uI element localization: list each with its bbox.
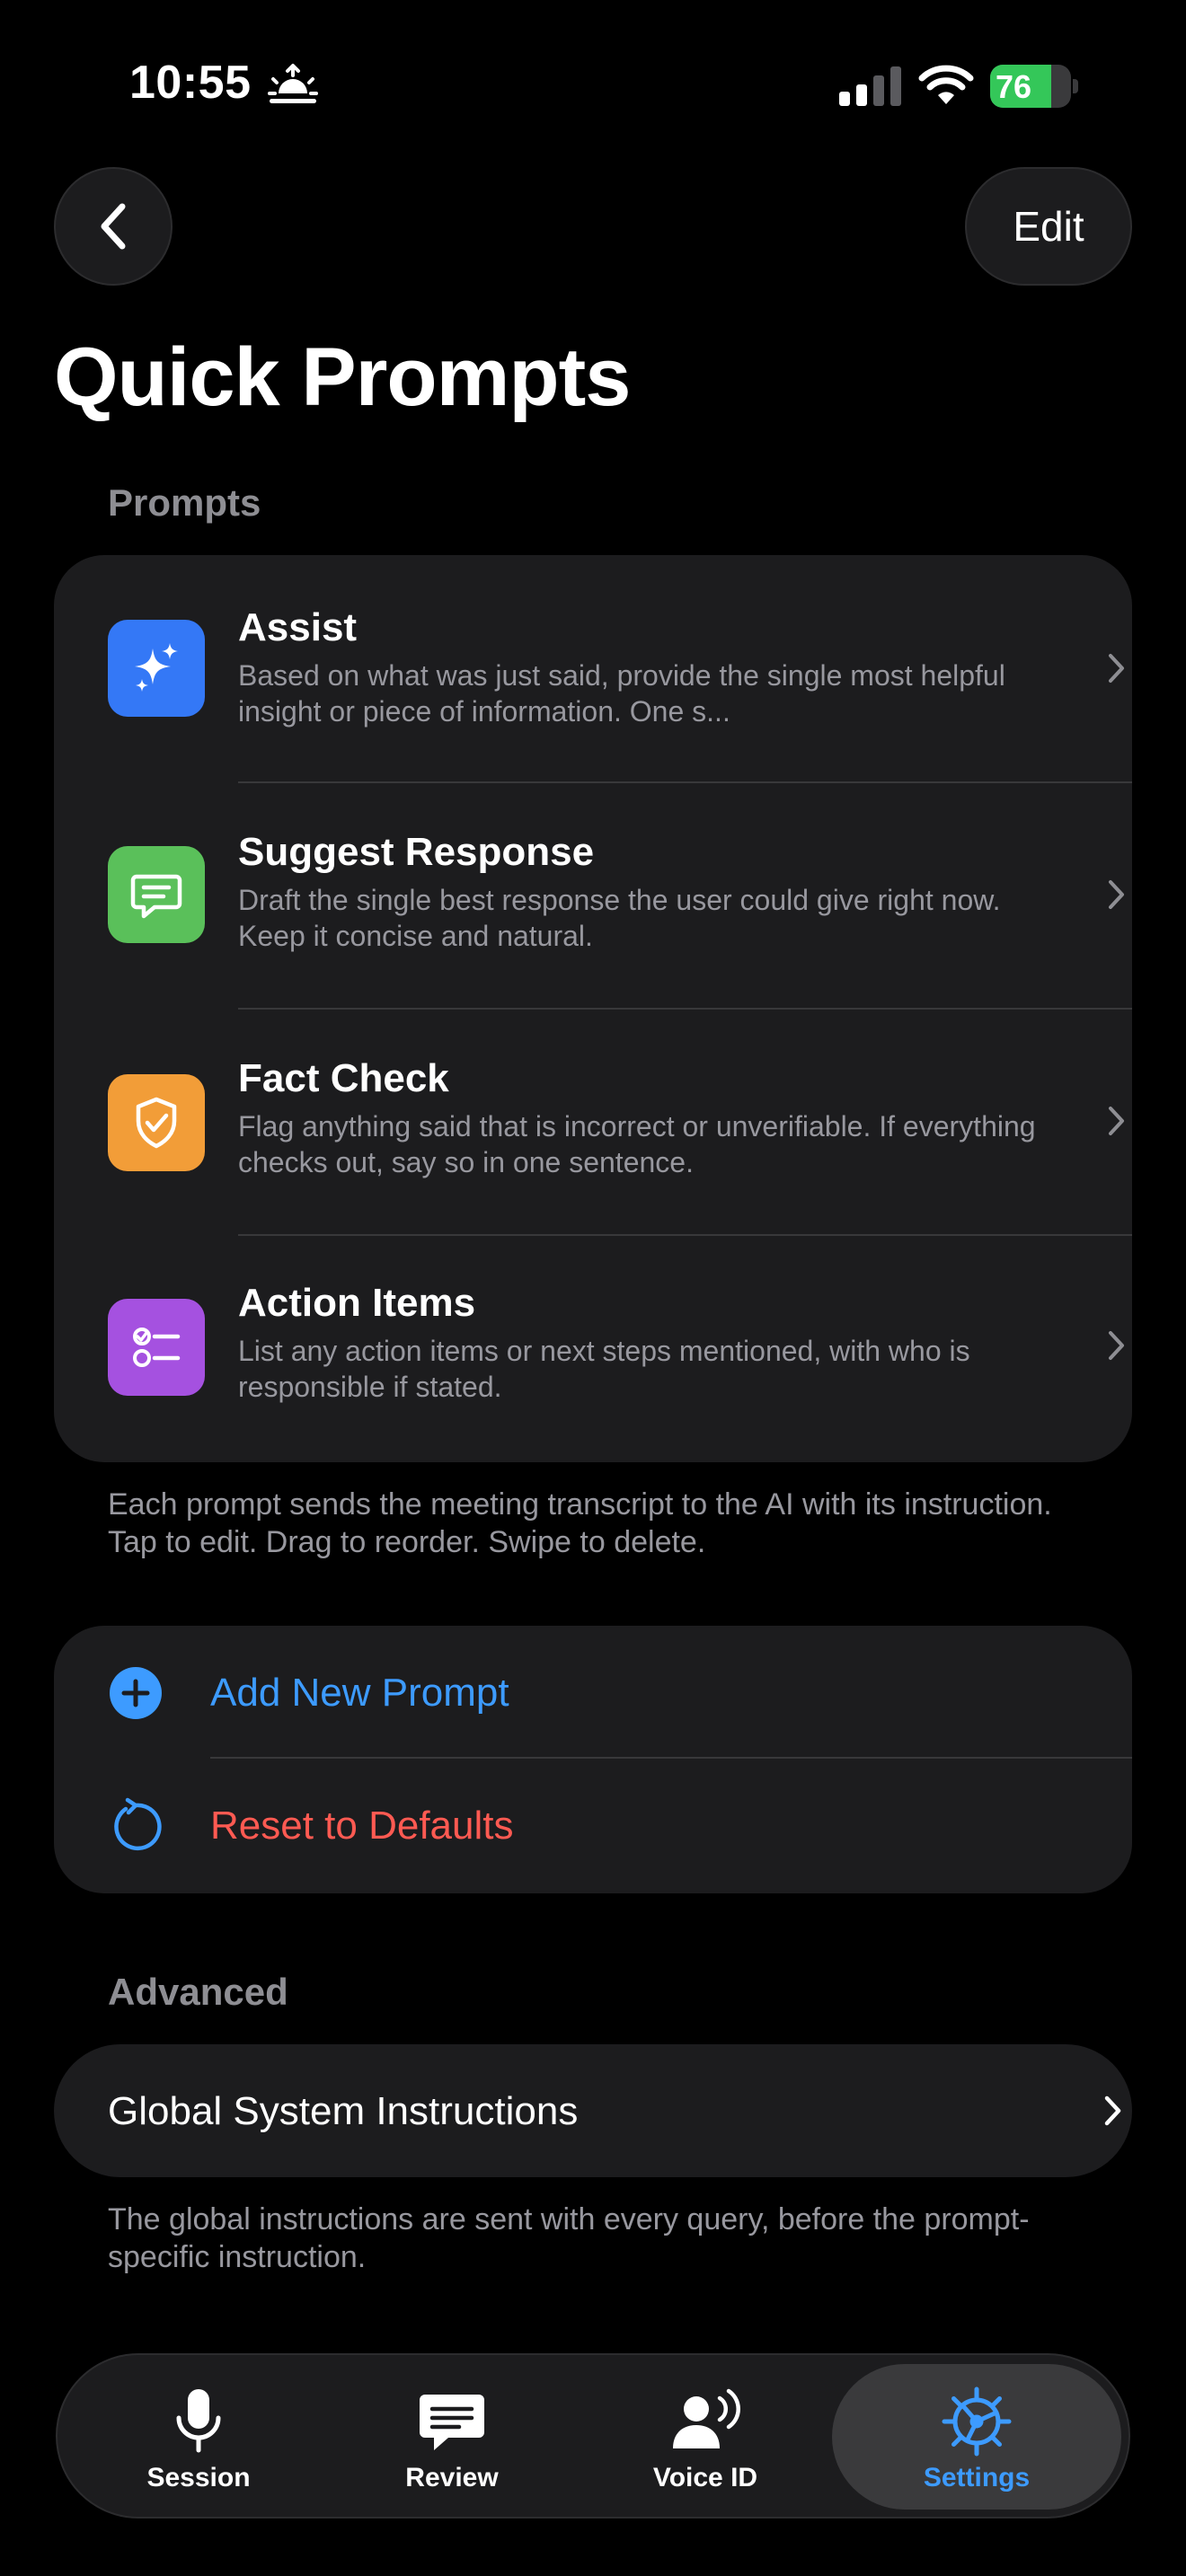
prompt-row-action-items[interactable]: Action Items List any action items or ne… xyxy=(54,1236,1132,1462)
tab-label: Session xyxy=(146,2463,251,2492)
checklist-icon xyxy=(108,1299,205,1396)
prompt-row-suggest-response[interactable]: Suggest Response Draft the single best r… xyxy=(54,783,1132,1010)
tab-settings[interactable]: Settings xyxy=(832,2364,1121,2510)
chevron-right-icon xyxy=(1109,1331,1124,1360)
prompt-description: Draft the single best response the user … xyxy=(238,884,1001,952)
reset-to-defaults-label: Reset to Defaults xyxy=(210,1804,514,1848)
chevron-right-icon xyxy=(1109,1107,1124,1135)
plus-circle-icon xyxy=(110,1667,162,1719)
prompt-row-fact-check[interactable]: Fact Check Flag anything said that is in… xyxy=(54,1010,1132,1236)
global-system-instructions-row[interactable]: Global System Instructions xyxy=(54,2044,1132,2177)
battery-percent: 76 xyxy=(996,68,1032,105)
section-header-advanced: Advanced xyxy=(108,1971,288,2013)
chevron-right-icon xyxy=(1109,654,1124,683)
shield-check-icon xyxy=(108,1074,205,1171)
tab-label: Settings xyxy=(923,2463,1031,2492)
prompt-title: Suggest Response xyxy=(238,830,595,874)
message-icon xyxy=(420,2395,484,2450)
reset-arrow-icon xyxy=(114,1797,162,1851)
tab-bar: Session Review Voice ID Settings xyxy=(56,2353,1130,2519)
prompts-list: Assist Based on what was just said, prov… xyxy=(54,555,1132,1462)
reset-to-defaults-button[interactable]: Reset to Defaults xyxy=(54,1759,1132,1893)
tab-label: Voice ID xyxy=(652,2463,758,2492)
person-voice-icon xyxy=(673,2388,740,2448)
tab-review[interactable]: Review xyxy=(323,2355,580,2517)
global-system-instructions-label: Global System Instructions xyxy=(108,2089,579,2133)
prompt-title: Action Items xyxy=(238,1281,476,1325)
back-button[interactable] xyxy=(54,167,173,286)
quick-prompts-screen: 10:55 76 Edit Quick Prompts Prompts Assi… xyxy=(0,0,1186,2576)
chevron-right-icon xyxy=(1109,880,1124,909)
prompt-title: Fact Check xyxy=(238,1056,449,1100)
gear-icon xyxy=(942,2386,1012,2457)
sunrise-icon xyxy=(268,64,318,103)
add-new-prompt-button[interactable]: Add New Prompt xyxy=(54,1626,1132,1759)
tab-session[interactable]: Session xyxy=(70,2355,327,2517)
sparkles-icon xyxy=(108,620,205,717)
prompt-row-assist[interactable]: Assist Based on what was just said, prov… xyxy=(54,555,1132,782)
chevron-right-icon xyxy=(1104,2095,1121,2126)
prompt-description: Flag anything said that is incorrect or … xyxy=(238,1110,1036,1178)
prompt-description: List any action items or next steps ment… xyxy=(238,1335,970,1403)
speech-bubble-icon xyxy=(108,846,205,943)
edit-button[interactable]: Edit xyxy=(965,167,1132,286)
cellular-signal-icon xyxy=(839,66,901,106)
battery-indicator: 76 xyxy=(990,65,1078,108)
actions-card: Add New Prompt Reset to Defaults xyxy=(54,1626,1132,1893)
page-title: Quick Prompts xyxy=(54,331,631,423)
prompts-footnote: Each prompt sends the meeting transcript… xyxy=(108,1487,1052,1559)
add-new-prompt-label: Add New Prompt xyxy=(210,1671,509,1715)
prompt-title: Assist xyxy=(238,605,358,649)
microphone-icon xyxy=(176,2389,221,2453)
chevron-left-icon xyxy=(101,203,126,250)
advanced-footnote: The global instructions are sent with ev… xyxy=(108,2202,1030,2274)
prompt-description: Based on what was just said, provide the… xyxy=(238,659,1005,728)
tab-voice-id[interactable]: Voice ID xyxy=(577,2355,834,2517)
wifi-icon xyxy=(918,65,974,104)
section-header-prompts: Prompts xyxy=(108,481,261,524)
tab-label: Review xyxy=(405,2463,499,2492)
status-time: 10:55 xyxy=(129,57,252,109)
